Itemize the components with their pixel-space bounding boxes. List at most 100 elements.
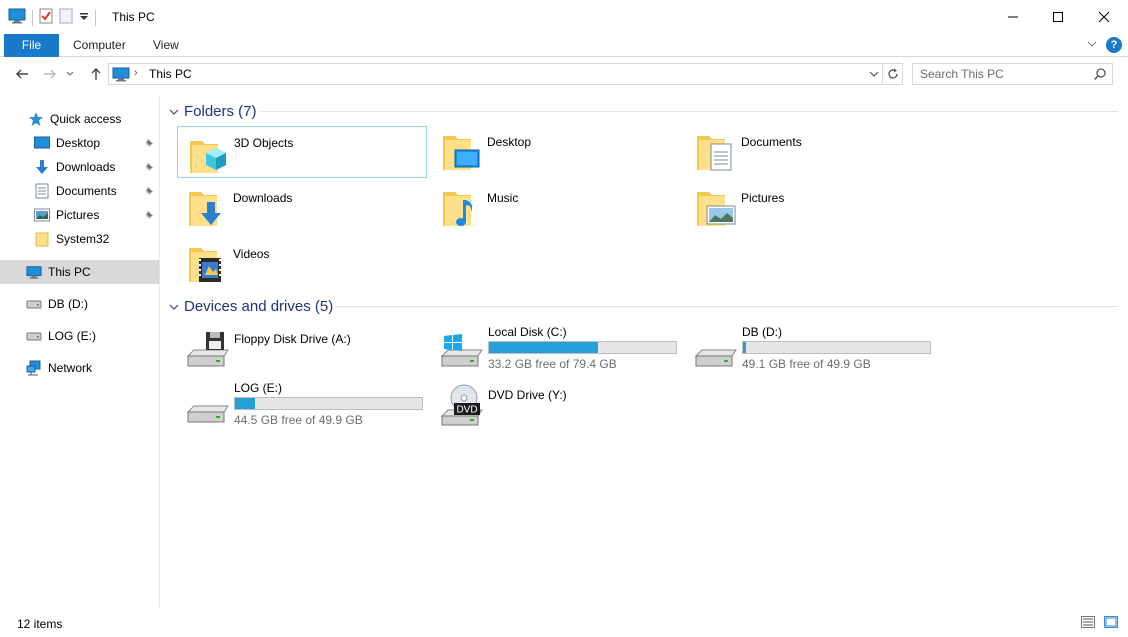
hard-drive-icon xyxy=(184,382,230,428)
drive-e[interactable]: LOG (E:) 44.5 GB free of 49.9 GB xyxy=(178,378,428,434)
content-pane: Folders (7) 3D Objects Desktop Documents… xyxy=(161,91,1128,607)
folder-pictures[interactable]: Pictures xyxy=(685,182,935,234)
group-title: Devices and drives (5) xyxy=(184,297,334,315)
folder-label: Music xyxy=(487,191,519,205)
back-button[interactable] xyxy=(12,65,32,83)
refresh-icon xyxy=(887,68,898,79)
sidebar-item-log-drive[interactable]: LOG (E:) xyxy=(0,324,159,348)
drive-free-space: 44.5 GB free of 49.9 GB xyxy=(234,413,363,427)
sidebar-item-db-drive[interactable]: DB (D:) xyxy=(0,292,159,316)
chevron-down-icon xyxy=(1087,41,1097,47)
chevron-down-icon[interactable] xyxy=(169,298,179,315)
this-pc-icon xyxy=(112,67,130,85)
large-icons-view-button[interactable] xyxy=(1104,616,1118,628)
up-button[interactable] xyxy=(86,65,106,83)
tab-view[interactable]: View xyxy=(141,34,191,57)
drive-dvd[interactable]: DVD DVD Drive (Y:) xyxy=(432,378,682,434)
breadcrumb-separator[interactable]: › xyxy=(134,67,138,79)
videos-folder-icon xyxy=(187,242,231,286)
arrow-right-icon xyxy=(44,69,56,79)
folder-videos[interactable]: Videos xyxy=(177,238,427,290)
sidebar-item-label: DB (D:) xyxy=(48,297,88,311)
drive-usage-bar xyxy=(488,341,677,354)
this-pc-icon xyxy=(26,264,42,280)
search-input[interactable] xyxy=(913,64,1083,84)
chevron-down-icon[interactable] xyxy=(169,103,179,120)
floppy-drive-icon xyxy=(184,326,230,372)
sidebar-item-downloads[interactable]: Downloads xyxy=(0,155,159,179)
search-icon[interactable] xyxy=(1093,67,1107,84)
tab-computer[interactable]: Computer xyxy=(61,34,138,57)
drive-free-space: 49.1 GB free of 49.9 GB xyxy=(742,357,871,371)
drive-label: DB (D:) xyxy=(742,325,782,339)
ribbon: File Computer View ? xyxy=(0,34,1128,57)
drive-floppy[interactable]: Floppy Disk Drive (A:) xyxy=(178,322,428,378)
sidebar-item-desktop[interactable]: Desktop xyxy=(0,131,159,155)
arrow-left-icon xyxy=(16,69,28,79)
sidebar-item-label: Pictures xyxy=(56,208,100,222)
sidebar-item-network[interactable]: Network xyxy=(0,356,159,380)
close-button[interactable] xyxy=(1081,0,1127,34)
sidebar-item-quick-access[interactable]: Quick access xyxy=(0,107,159,131)
downloads-folder-icon xyxy=(187,186,231,230)
group-divider xyxy=(261,111,1118,112)
search-box[interactable] xyxy=(912,63,1113,85)
folder-music[interactable]: Music xyxy=(431,182,681,234)
sidebar-item-label: System32 xyxy=(56,232,110,246)
pin-icon[interactable] xyxy=(144,161,154,175)
sidebar-item-documents[interactable]: Documents xyxy=(0,179,159,203)
chevron-down-icon xyxy=(869,71,879,77)
folder-documents[interactable]: Documents xyxy=(685,126,935,178)
refresh-button[interactable] xyxy=(883,63,903,85)
drive-free-space: 33.2 GB free of 79.4 GB xyxy=(488,357,617,371)
navigation-pane: Quick access Desktop Downloads Documents xyxy=(0,97,160,607)
toolbar-separator xyxy=(32,9,33,26)
sidebar-item-system32[interactable]: System32 xyxy=(0,227,159,251)
help-button[interactable]: ? xyxy=(1106,37,1122,53)
properties-icon[interactable] xyxy=(39,8,53,27)
breadcrumb-this-pc[interactable]: This PC xyxy=(149,67,192,81)
minimize-button[interactable] xyxy=(990,0,1036,34)
sidebar-item-label: Documents xyxy=(56,184,117,198)
pin-icon[interactable] xyxy=(144,185,154,199)
status-bar: 12 items xyxy=(0,607,1128,637)
forward-button[interactable] xyxy=(40,65,60,83)
pin-icon[interactable] xyxy=(144,209,154,223)
folder-downloads[interactable]: Downloads xyxy=(177,182,427,234)
folder-desktop[interactable]: Desktop xyxy=(431,126,681,178)
drive-c[interactable]: Local Disk (C:) 33.2 GB free of 79.4 GB xyxy=(432,322,682,378)
windows-drive-icon xyxy=(438,326,484,372)
pin-icon[interactable] xyxy=(144,137,154,151)
folder-label: Videos xyxy=(233,247,270,261)
folder-icon xyxy=(34,231,50,247)
new-folder-icon[interactable] xyxy=(59,8,73,27)
documents-icon xyxy=(34,183,50,199)
address-bar[interactable]: › This PC xyxy=(108,63,883,85)
arrow-up-icon xyxy=(91,68,101,80)
folders-group-header[interactable]: Folders (7) xyxy=(169,101,257,121)
computer-icon[interactable] xyxy=(8,8,26,27)
folder-3d-objects[interactable]: 3D Objects xyxy=(177,126,427,178)
drive-usage-bar xyxy=(742,341,931,354)
expand-ribbon-button[interactable] xyxy=(1086,38,1100,52)
folder-label: Downloads xyxy=(233,191,293,205)
drive-usage-fill xyxy=(489,342,598,353)
details-view-button[interactable] xyxy=(1081,616,1095,628)
sidebar-item-pictures[interactable]: Pictures xyxy=(0,203,159,227)
sidebar-item-label: Desktop xyxy=(56,136,101,150)
devices-group-header[interactable]: Devices and drives (5) xyxy=(169,296,333,316)
maximize-button[interactable] xyxy=(1035,0,1081,34)
tab-file[interactable]: File xyxy=(4,34,59,57)
drive-usage-fill xyxy=(235,398,256,409)
folder-label: Documents xyxy=(741,135,802,149)
address-dropdown-button[interactable] xyxy=(869,68,879,82)
large-icons-view-icon xyxy=(1104,616,1118,628)
customize-toolbar-icon[interactable] xyxy=(79,11,89,25)
desktop-icon xyxy=(34,135,50,151)
drive-label: DVD Drive (Y:) xyxy=(488,388,567,402)
drive-d[interactable]: DB (D:) 49.1 GB free of 49.9 GB xyxy=(686,322,936,378)
recent-locations-button[interactable] xyxy=(64,65,76,83)
documents-folder-icon xyxy=(695,130,739,174)
sidebar-item-this-pc[interactable]: This PC xyxy=(0,260,159,284)
drive-usage-bar xyxy=(234,397,423,410)
